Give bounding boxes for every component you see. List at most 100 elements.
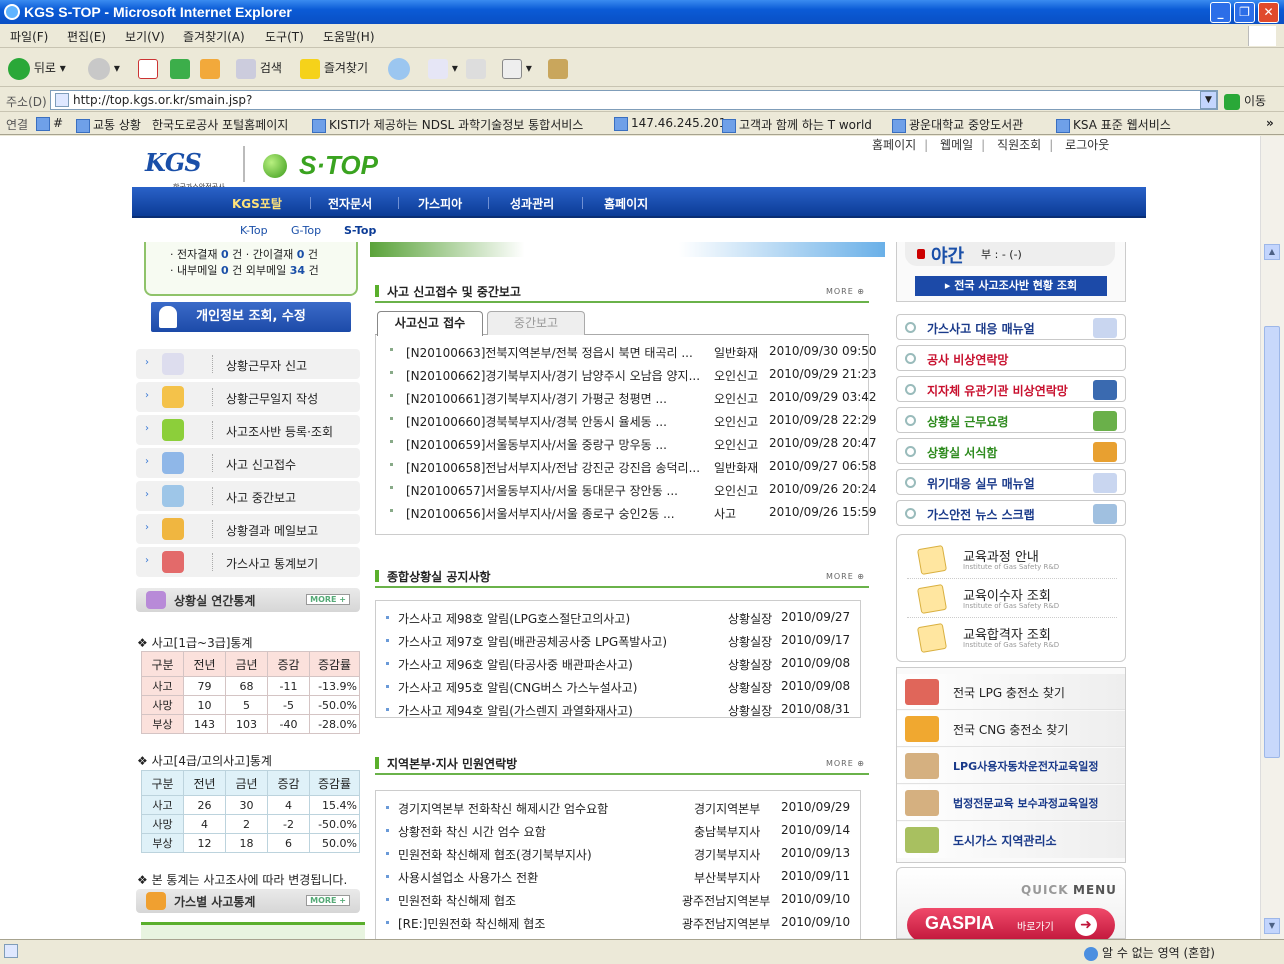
go-button[interactable]: 이동 bbox=[1224, 92, 1266, 110]
list-item[interactable]: 경기지역본부 전화착신 해제시간 엄수요함 경기지역본부 2010/09/29 bbox=[376, 797, 862, 819]
station-item[interactable]: 전국 CNG 충전소 찾기 bbox=[897, 711, 1125, 747]
station-item[interactable]: LPG사용자동차운전자교육일정 bbox=[897, 748, 1125, 784]
list-item[interactable]: [N20100659]서울동부지사/서울 중랑구 망우동 ... 오인신고 2010… bbox=[376, 433, 877, 455]
menu-tools[interactable]: 도구(T) bbox=[265, 28, 304, 45]
address-input[interactable]: http://top.kgs.or.kr/smain.jsp? bbox=[50, 90, 1218, 110]
list-item[interactable]: [N20100656]서울서부지사/서울 종로구 숭인2동 ... 사고 2010/… bbox=[376, 502, 877, 524]
links-overflow-chevron-icon[interactable]: » bbox=[1266, 116, 1274, 130]
more-button[interactable]: MORE ⊕ bbox=[826, 759, 865, 768]
tab-accident-report[interactable]: 사고신고 접수 bbox=[377, 311, 483, 336]
approval-count[interactable]: 0 bbox=[221, 248, 229, 261]
refresh-button[interactable] bbox=[170, 57, 190, 79]
list-item[interactable]: 민원전화 착신해제 협조 광주전남지역본부 2010/09/10 bbox=[376, 889, 862, 911]
history-button[interactable] bbox=[388, 57, 410, 80]
list-item[interactable]: 가스사고 제96호 알림(타공사중 배관파손사고) 상황실장 2010/09/08 bbox=[376, 653, 862, 675]
list-item[interactable]: [N20100662]경기북부지사/경기 남양주시 오남읍 양지... 오인신고 2… bbox=[376, 364, 877, 386]
more-button[interactable]: MORE ⊕ bbox=[826, 287, 865, 296]
left-menu-item[interactable]: › 상황근무자 신고 bbox=[136, 349, 360, 379]
quick-link-item[interactable]: 상황실 서식함 bbox=[896, 438, 1126, 464]
address-dropdown-button[interactable]: ▼ bbox=[1200, 91, 1217, 109]
quick-link-item[interactable]: 공사 비상연락망 bbox=[896, 345, 1126, 371]
list-item[interactable]: [N20100661]경기북부지사/경기 가평군 청평면 ... 오인신고 2010… bbox=[376, 387, 877, 409]
list-item[interactable]: 상황전화 착신 시간 엄수 요함 충남북부지사 2010/09/14 bbox=[376, 820, 862, 842]
subnav-gtop[interactable]: G-Top bbox=[291, 224, 321, 237]
left-menu-item[interactable]: › 상황결과 메일보고 bbox=[136, 514, 360, 544]
scroll-thumb[interactable] bbox=[1264, 326, 1280, 758]
station-item[interactable]: 법정전문교육 보수과정교육일정 bbox=[897, 785, 1125, 821]
edit-button[interactable]: ▾ bbox=[502, 57, 532, 79]
toplink-home[interactable]: 홈페이지 bbox=[872, 138, 916, 152]
quick-link-item[interactable]: 상황실 근무요령 bbox=[896, 407, 1126, 433]
profile-edit-button[interactable]: 개인정보 조회, 수정 bbox=[151, 302, 351, 332]
edu-item[interactable]: 교육이수자 조회 Institute of Gas Safety R&D bbox=[907, 580, 1117, 618]
toplink-logout[interactable]: 로그아웃 bbox=[1065, 138, 1109, 152]
list-item[interactable]: 민원전화 착신해제 협조(경기북부지사) 경기북부지사 2010/09/13 bbox=[376, 843, 862, 865]
scroll-up-button[interactable]: ▲ bbox=[1264, 244, 1280, 260]
list-item[interactable]: 가스사고 제97호 알림(배관공체공사중 LPG폭발사고) 상황실장 2010/09… bbox=[376, 630, 862, 652]
menu-help[interactable]: 도움말(H) bbox=[323, 28, 375, 45]
more-button[interactable]: MORE + bbox=[306, 895, 350, 906]
toplink-staff[interactable]: 직원조회 bbox=[997, 138, 1041, 152]
external-mail-count[interactable]: 34 bbox=[290, 264, 305, 277]
nav-performance[interactable]: 성과관리 bbox=[510, 195, 554, 212]
link-item[interactable]: KISTI가 제공하는 NDSL 과학기술정보 통합서비스 bbox=[312, 116, 583, 133]
list-item[interactable]: 가스사고 제95호 알림(CNG버스 가스누설사고) 상황실장 2010/09/08 bbox=[376, 676, 862, 698]
menu-favorites[interactable]: 즐겨찾기(A) bbox=[183, 28, 245, 45]
quick-link-item[interactable]: 가스안전 뉴스 스크랩 bbox=[896, 500, 1126, 526]
list-item[interactable]: [RE:]민원전화 착신해제 협조 광주전남지역본부 2010/09/10 bbox=[376, 912, 862, 934]
list-item[interactable]: [N20100660]경북북부지사/경북 안동시 율세동 ... 오인신고 2010… bbox=[376, 410, 877, 432]
favorites-button[interactable]: 즐겨찾기 bbox=[300, 57, 368, 79]
close-button[interactable]: ✕ bbox=[1258, 2, 1279, 23]
stop-button[interactable] bbox=[138, 57, 158, 79]
nav-edocs[interactable]: 전자문서 bbox=[328, 195, 372, 212]
list-item[interactable]: [N20100658]전남서부지사/전남 강진군 강진읍 송덕리... 일반화재 2… bbox=[376, 456, 877, 478]
list-item[interactable]: [N20100657]서울동부지사/서울 동대문구 장안동 ... 오인신고 201… bbox=[376, 479, 877, 501]
internal-mail-count[interactable]: 0 bbox=[221, 264, 229, 277]
left-menu-item[interactable]: › 상황근무일지 작성 bbox=[136, 382, 360, 412]
scroll-down-button[interactable]: ▼ bbox=[1264, 918, 1280, 934]
quick-link-item[interactable]: 가스사고 대응 매뉴얼 bbox=[896, 314, 1126, 340]
nav-gaspia[interactable]: 가스피아 bbox=[418, 195, 462, 212]
vertical-scrollbar[interactable]: ▲ ▼ bbox=[1260, 136, 1284, 939]
maximize-button[interactable]: ❐ bbox=[1234, 2, 1255, 23]
back-button[interactable]: 뒤로 ▾ bbox=[8, 57, 66, 80]
more-button[interactable]: MORE + bbox=[306, 594, 350, 605]
quick-link-item[interactable]: 지자체 유관기관 비상연락망 bbox=[896, 376, 1126, 402]
link-item[interactable]: KSA 표준 웹서비스 bbox=[1056, 116, 1171, 133]
print-button[interactable] bbox=[466, 57, 486, 79]
link-item[interactable]: 147.46.245.201 bbox=[614, 116, 726, 131]
link-item[interactable]: 고객과 함께 하는 T world bbox=[722, 116, 872, 133]
nav-kgs-portal[interactable]: KGS포탈 bbox=[232, 195, 282, 212]
stop-logo[interactable]: S·TOP bbox=[243, 146, 378, 182]
simple-approval-count[interactable]: 0 bbox=[297, 248, 305, 261]
menu-view[interactable]: 보기(V) bbox=[125, 28, 165, 45]
link-item[interactable]: 한국도로공사 포털홈페이지 bbox=[152, 116, 288, 133]
list-item[interactable]: 가스사고 제98호 알림(LPG호스절단고의사고) 상황실장 2010/09/27 bbox=[376, 607, 862, 629]
menu-edit[interactable]: 편집(E) bbox=[67, 28, 106, 45]
left-menu-item[interactable]: › 사고조사반 등록·조회 bbox=[136, 415, 360, 445]
tab-interim-report[interactable]: 중간보고 bbox=[487, 311, 585, 335]
gaspia-button[interactable]: GASPIA 바로가기 ➜ bbox=[907, 908, 1115, 939]
minimize-button[interactable]: _ bbox=[1210, 2, 1231, 23]
subnav-ktop[interactable]: K-Top bbox=[240, 224, 268, 237]
forward-button[interactable]: ▾ bbox=[88, 57, 120, 80]
more-button[interactable]: MORE ⊕ bbox=[826, 572, 865, 581]
station-item[interactable]: 전국 LPG 충전소 찾기 bbox=[897, 674, 1125, 710]
edu-item[interactable]: 교육합격자 조회 Institute of Gas Safety R&D bbox=[907, 619, 1117, 657]
research-button[interactable] bbox=[548, 57, 568, 79]
status-inquiry-button[interactable]: ▸ 전국 사고조사반 현황 조회 bbox=[915, 276, 1107, 296]
kgs-logo[interactable]: KGS 한국가스안전공사 bbox=[145, 148, 235, 191]
nav-homepage[interactable]: 홈페이지 bbox=[604, 195, 648, 212]
search-button[interactable]: 검색 bbox=[236, 57, 282, 79]
menu-file[interactable]: 파일(F) bbox=[10, 28, 48, 45]
list-item[interactable]: [N20100663]전북지역본부/전북 정읍시 북면 태곡리 ... 일반화재 2… bbox=[376, 341, 877, 363]
home-button[interactable] bbox=[200, 57, 220, 79]
link-item[interactable]: # bbox=[36, 116, 63, 131]
left-menu-item[interactable]: › 사고 중간보고 bbox=[136, 481, 360, 511]
quick-link-item[interactable]: 위기대응 실무 매뉴얼 bbox=[896, 469, 1126, 495]
list-item[interactable]: 사용시설업소 사용가스 전환 부산북부지사 2010/09/11 bbox=[376, 866, 862, 888]
station-item[interactable]: 도시가스 지역관리소 bbox=[897, 822, 1125, 858]
subnav-stop[interactable]: S-Top bbox=[344, 224, 376, 237]
left-menu-item[interactable]: › 가스사고 통계보기 bbox=[136, 547, 360, 577]
mail-button[interactable]: ▾ bbox=[428, 57, 458, 79]
